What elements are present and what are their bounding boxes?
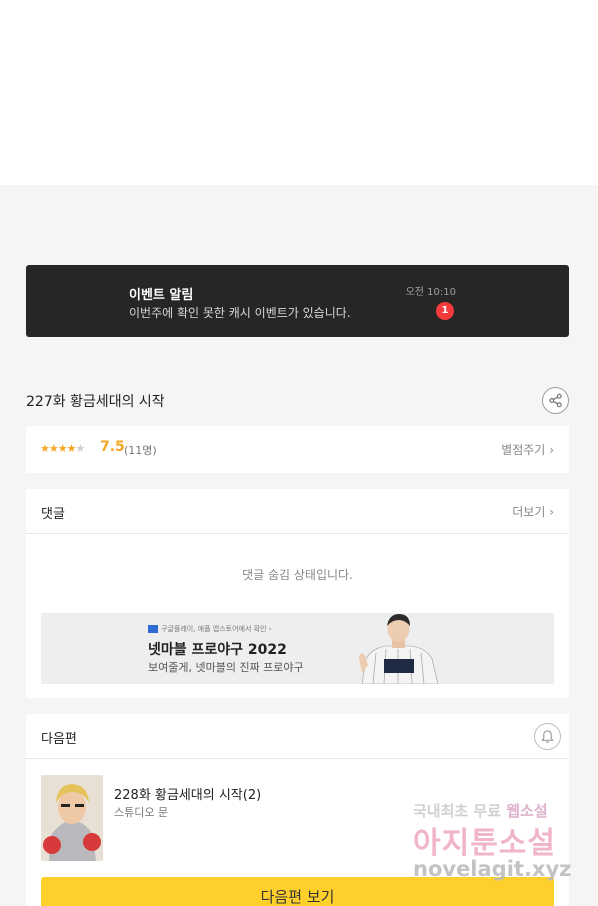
notification-time: 오전 10:10 bbox=[405, 287, 456, 298]
star-rating: ★★★★★ bbox=[40, 442, 86, 455]
ad-subtitle: 보여줄게, 넷마블의 진짜 프로야구 bbox=[148, 661, 304, 674]
comments-title: 댓글 bbox=[41, 507, 65, 522]
next-episode-author: 스튜디오 문 bbox=[114, 806, 169, 819]
next-episode-header: 다음편 bbox=[26, 714, 569, 759]
notification-message: 이번주에 확인 못한 캐시 이벤트가 있습니다. bbox=[129, 306, 351, 320]
star-empty-icon: ★ bbox=[75, 442, 86, 455]
thumbnail-image bbox=[41, 775, 103, 861]
star-filled-icon: ★ bbox=[66, 442, 77, 455]
rating-count: (11명) bbox=[124, 444, 157, 457]
netmarble-logo-icon bbox=[148, 625, 158, 633]
comments-more-button[interactable]: 더보기 › bbox=[512, 503, 554, 520]
star-filled-icon: ★ bbox=[57, 442, 68, 455]
top-blank-area bbox=[0, 0, 598, 185]
chevron-right-icon: › bbox=[549, 505, 554, 519]
baseball-player-image bbox=[359, 614, 439, 684]
next-episode-thumbnail[interactable] bbox=[41, 775, 103, 861]
next-episode-button[interactable]: 다음편 보기 bbox=[41, 877, 554, 906]
comments-section: 댓글 더보기 › 댓글 숨김 상태입니다. 구글플레이, 애플 앱스토어에서 확… bbox=[26, 489, 569, 698]
star-filled-icon: ★ bbox=[40, 442, 50, 455]
ad-title: 넷마블 프로야구 2022 bbox=[148, 642, 287, 658]
rating-card: ★★★★★ 7.5 (11명) 별점주기 › bbox=[26, 426, 569, 473]
episode-title: 227화 황금세대의 시작 bbox=[26, 394, 165, 410]
ad-small-label: 구글플레이, 애플 앱스토어에서 확인 › bbox=[161, 625, 272, 633]
comments-header: 댓글 더보기 › bbox=[26, 489, 569, 534]
comments-hidden-message: 댓글 숨김 상태입니다. bbox=[242, 568, 353, 582]
ad-store-text: 구글플레이, 애플 앱스토어에서 확인 › bbox=[148, 624, 272, 634]
notification-count-badge: 1 bbox=[436, 302, 454, 320]
next-episode-title[interactable]: 228화 황금세대의 시작(2) bbox=[114, 784, 261, 803]
ad-banner[interactable]: 구글플레이, 애플 앱스토어에서 확인 › 넷마블 프로야구 2022 보여줄게… bbox=[41, 613, 554, 684]
notification-bell-button[interactable] bbox=[534, 723, 561, 750]
more-label: 더보기 bbox=[512, 505, 546, 519]
next-episode-section: 다음편 228화 황금세대의 시작(2) 스튜디오 문 다음편 보기 bbox=[26, 714, 569, 906]
rate-button-label: 별점주기 bbox=[501, 443, 546, 457]
star-filled-icon: ★ bbox=[48, 442, 59, 455]
chevron-right-icon: › bbox=[549, 443, 554, 457]
share-icon bbox=[549, 393, 562, 408]
notification-title: 이벤트 알림 bbox=[129, 288, 194, 303]
next-episode-heading: 다음편 bbox=[41, 732, 77, 747]
bell-icon bbox=[541, 730, 554, 743]
share-button[interactable] bbox=[542, 387, 569, 414]
rate-button[interactable]: 별점주기 › bbox=[501, 441, 554, 458]
rating-score: 7.5 bbox=[100, 439, 125, 455]
event-notification-banner[interactable]: 이벤트 알림 이번주에 확인 못한 캐시 이벤트가 있습니다. 오전 10:10… bbox=[26, 265, 569, 337]
